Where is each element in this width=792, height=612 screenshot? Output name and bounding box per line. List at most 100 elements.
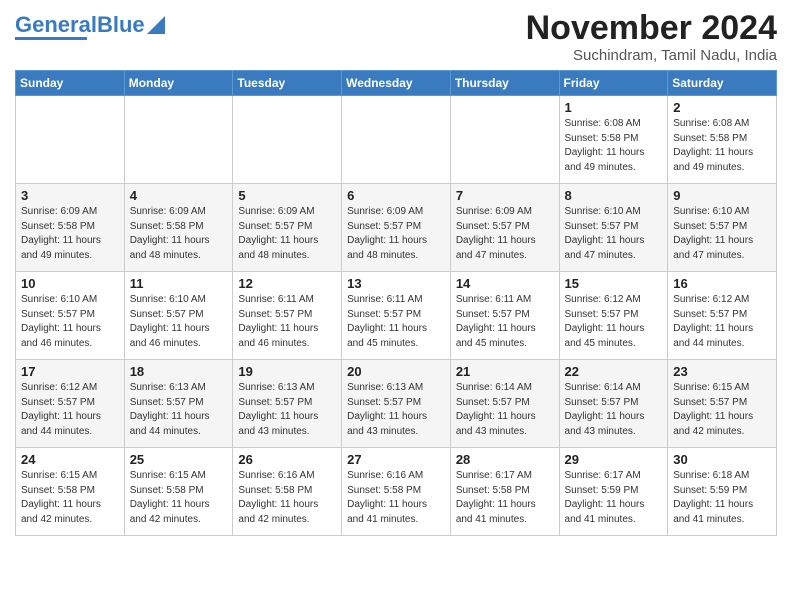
calendar-cell: 16Sunrise: 6:12 AM Sunset: 5:57 PM Dayli… <box>668 272 777 360</box>
day-info: Sunrise: 6:09 AM Sunset: 5:57 PM Dayligh… <box>456 205 554 263</box>
calendar-cell <box>450 96 559 184</box>
day-number: 2 <box>673 100 771 115</box>
day-info: Sunrise: 6:17 AM Sunset: 5:59 PM Dayligh… <box>565 469 663 527</box>
header-cell-tuesday: Tuesday <box>233 71 342 96</box>
logo-text: GeneralBlue <box>15 14 145 36</box>
calendar-cell <box>124 96 233 184</box>
calendar-cell: 27Sunrise: 6:16 AM Sunset: 5:58 PM Dayli… <box>342 448 451 536</box>
day-number: 16 <box>673 276 771 291</box>
day-info: Sunrise: 6:10 AM Sunset: 5:57 PM Dayligh… <box>673 205 771 263</box>
day-info: Sunrise: 6:12 AM Sunset: 5:57 PM Dayligh… <box>565 293 663 351</box>
day-info: Sunrise: 6:14 AM Sunset: 5:57 PM Dayligh… <box>456 381 554 439</box>
day-number: 19 <box>238 364 336 379</box>
calendar-cell: 29 Sunrise: 6:17 AM Sunset: 5:59 PM Dayli… <box>559 448 668 536</box>
day-info: Sunrise: 6:08 AM Sunset: 5:58 PM Dayligh… <box>673 117 771 175</box>
month-title: November 2024 <box>526 10 777 47</box>
day-info: Sunrise: 6:15 AM Sunset: 5:58 PM Dayligh… <box>21 469 119 527</box>
calendar-week-3: 10 Sunrise: 6:10 AM Sunset: 5:57 PM Dayli… <box>16 272 777 360</box>
header-cell-thursday: Thursday <box>450 71 559 96</box>
day-number: 7 <box>456 188 554 203</box>
day-info: Sunrise: 6:11 AM Sunset: 5:57 PM Dayligh… <box>347 293 445 351</box>
day-number: 4 <box>130 188 228 203</box>
header-cell-saturday: Saturday <box>668 71 777 96</box>
location: Suchindram, Tamil Nadu, India <box>526 47 777 64</box>
day-number: 3 <box>21 188 119 203</box>
calendar-header: SundayMondayTuesdayWednesdayThursdayFrid… <box>16 71 777 96</box>
calendar-week-1: 1 Sunrise: 6:08 AM Sunset: 5:58 PM Daylig… <box>16 96 777 184</box>
day-info: Sunrise: 6:11 AM Sunset: 5:57 PM Dayligh… <box>238 293 336 351</box>
header-cell-friday: Friday <box>559 71 668 96</box>
day-number: 17 <box>21 364 119 379</box>
header-row: SundayMondayTuesdayWednesdayThursdayFrid… <box>16 71 777 96</box>
calendar-cell: 13 Sunrise: 6:11 AM Sunset: 5:57 PM Dayli… <box>342 272 451 360</box>
day-number: 24 <box>21 452 119 467</box>
day-number: 21 <box>456 364 554 379</box>
calendar-cell: 19Sunrise: 6:13 AM Sunset: 5:57 PM Dayli… <box>233 360 342 448</box>
calendar-cell: 20Sunrise: 6:13 AM Sunset: 5:57 PM Dayli… <box>342 360 451 448</box>
day-number: 18 <box>130 364 228 379</box>
header-cell-wednesday: Wednesday <box>342 71 451 96</box>
day-info: Sunrise: 6:18 AM Sunset: 5:59 PM Dayligh… <box>673 469 771 527</box>
calendar-cell: 24 Sunrise: 6:15 AM Sunset: 5:58 PM Dayli… <box>16 448 125 536</box>
calendar-cell: 18 Sunrise: 6:13 AM Sunset: 5:57 PM Dayli… <box>124 360 233 448</box>
title-block: November 2024 Suchindram, Tamil Nadu, In… <box>526 10 777 64</box>
day-number: 28 <box>456 452 554 467</box>
logo-blue: Blue <box>97 12 145 37</box>
day-number: 10 <box>21 276 119 291</box>
day-number: 23 <box>673 364 771 379</box>
calendar-cell: 5 Sunrise: 6:09 AM Sunset: 5:57 PM Daylig… <box>233 184 342 272</box>
day-number: 22 <box>565 364 663 379</box>
calendar-cell <box>16 96 125 184</box>
day-info: Sunrise: 6:10 AM Sunset: 5:57 PM Dayligh… <box>21 293 119 351</box>
day-number: 26 <box>238 452 336 467</box>
day-info: Sunrise: 6:16 AM Sunset: 5:58 PM Dayligh… <box>238 469 336 527</box>
day-number: 25 <box>130 452 228 467</box>
day-info: Sunrise: 6:10 AM Sunset: 5:57 PM Dayligh… <box>565 205 663 263</box>
calendar-cell: 12Sunrise: 6:11 AM Sunset: 5:57 PM Dayli… <box>233 272 342 360</box>
calendar-cell <box>233 96 342 184</box>
header-cell-monday: Monday <box>124 71 233 96</box>
calendar-week-5: 24 Sunrise: 6:15 AM Sunset: 5:58 PM Dayli… <box>16 448 777 536</box>
day-info: Sunrise: 6:09 AM Sunset: 5:57 PM Dayligh… <box>238 205 336 263</box>
calendar-cell: 4Sunrise: 6:09 AM Sunset: 5:58 PM Daylig… <box>124 184 233 272</box>
calendar-cell: 3Sunrise: 6:09 AM Sunset: 5:58 PM Daylig… <box>16 184 125 272</box>
calendar-cell: 30Sunrise: 6:18 AM Sunset: 5:59 PM Dayli… <box>668 448 777 536</box>
day-info: Sunrise: 6:15 AM Sunset: 5:58 PM Dayligh… <box>130 469 228 527</box>
day-number: 6 <box>347 188 445 203</box>
day-info: Sunrise: 6:12 AM Sunset: 5:57 PM Dayligh… <box>21 381 119 439</box>
calendar-cell: 26 Sunrise: 6:16 AM Sunset: 5:58 PM Dayli… <box>233 448 342 536</box>
calendar-cell: 14 Sunrise: 6:11 AM Sunset: 5:57 PM Dayli… <box>450 272 559 360</box>
calendar-cell: 21 Sunrise: 6:14 AM Sunset: 5:57 PM Dayli… <box>450 360 559 448</box>
day-number: 8 <box>565 188 663 203</box>
logo-line <box>15 37 87 40</box>
calendar-cell: 1 Sunrise: 6:08 AM Sunset: 5:58 PM Daylig… <box>559 96 668 184</box>
page-header: GeneralBlue November 2024 Suchindram, Ta… <box>15 10 777 64</box>
header-cell-sunday: Sunday <box>16 71 125 96</box>
day-info: Sunrise: 6:11 AM Sunset: 5:57 PM Dayligh… <box>456 293 554 351</box>
logo: GeneralBlue <box>15 14 165 40</box>
day-number: 13 <box>347 276 445 291</box>
calendar-cell: 7 Sunrise: 6:09 AM Sunset: 5:57 PM Daylig… <box>450 184 559 272</box>
day-number: 11 <box>130 276 228 291</box>
day-number: 14 <box>456 276 554 291</box>
calendar-cell: 22Sunrise: 6:14 AM Sunset: 5:57 PM Dayli… <box>559 360 668 448</box>
day-number: 15 <box>565 276 663 291</box>
calendar-body: 1 Sunrise: 6:08 AM Sunset: 5:58 PM Daylig… <box>16 96 777 536</box>
calendar-cell: 25 Sunrise: 6:15 AM Sunset: 5:58 PM Dayli… <box>124 448 233 536</box>
day-number: 29 <box>565 452 663 467</box>
day-info: Sunrise: 6:10 AM Sunset: 5:57 PM Dayligh… <box>130 293 228 351</box>
logo-icon <box>147 16 165 34</box>
calendar-week-2: 3Sunrise: 6:09 AM Sunset: 5:58 PM Daylig… <box>16 184 777 272</box>
calendar-cell: 6 Sunrise: 6:09 AM Sunset: 5:57 PM Daylig… <box>342 184 451 272</box>
logo-general: General <box>15 12 97 37</box>
day-number: 1 <box>565 100 663 115</box>
day-info: Sunrise: 6:13 AM Sunset: 5:57 PM Dayligh… <box>347 381 445 439</box>
calendar-cell: 17 Sunrise: 6:12 AM Sunset: 5:57 PM Dayli… <box>16 360 125 448</box>
day-info: Sunrise: 6:13 AM Sunset: 5:57 PM Dayligh… <box>130 381 228 439</box>
day-number: 27 <box>347 452 445 467</box>
day-info: Sunrise: 6:08 AM Sunset: 5:58 PM Dayligh… <box>565 117 663 175</box>
calendar-cell: 9Sunrise: 6:10 AM Sunset: 5:57 PM Daylig… <box>668 184 777 272</box>
day-number: 5 <box>238 188 336 203</box>
day-info: Sunrise: 6:15 AM Sunset: 5:57 PM Dayligh… <box>673 381 771 439</box>
day-info: Sunrise: 6:09 AM Sunset: 5:57 PM Dayligh… <box>347 205 445 263</box>
